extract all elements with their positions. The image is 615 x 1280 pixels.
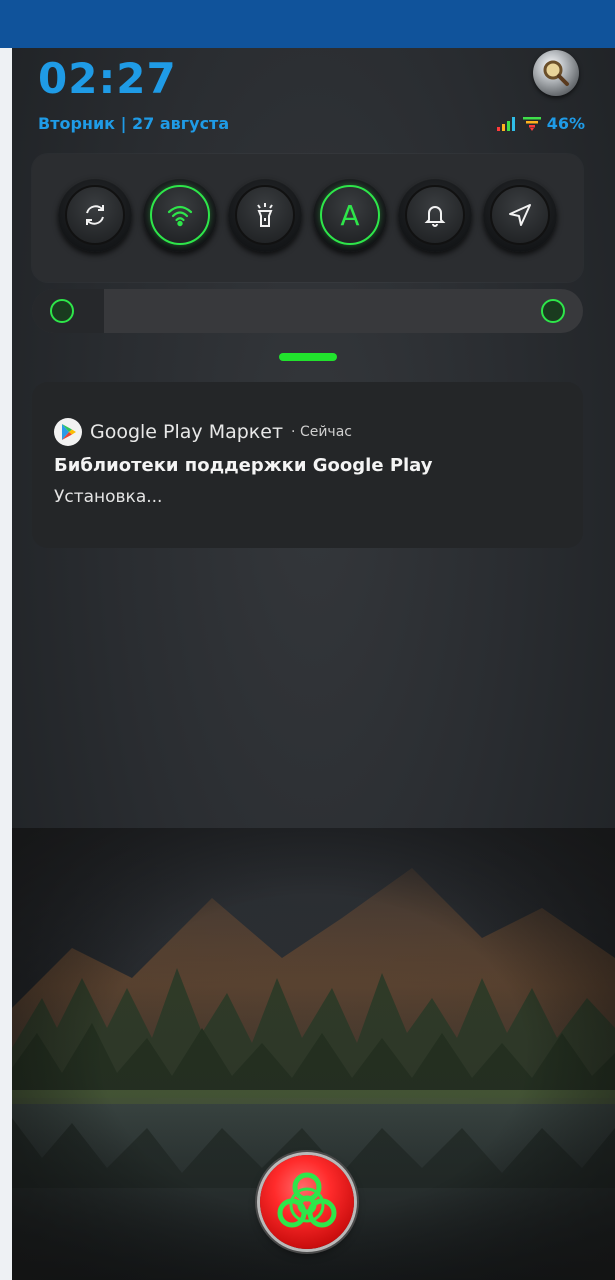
flashlight-icon [257,203,273,227]
toggle-location[interactable] [483,178,557,252]
sync-icon [86,205,104,225]
status-indicators: 46% [496,114,585,133]
biohazard-button[interactable] [260,1155,354,1249]
brightness-slider[interactable] [32,289,583,333]
lock-screen: 02:27 Вторник | 27 августа 46% A Google … [12,48,615,1280]
toggle-wifi[interactable] [143,178,217,252]
panel-drag-handle[interactable] [279,353,337,361]
toggle-sound[interactable] [398,178,472,252]
notification-title: Библиотеки поддержки Google Play [54,455,433,476]
notification-card[interactable]: Google Play Маркет · Сейчас Библиотеки п… [32,382,583,548]
notification-time: · Сейчас [291,424,352,440]
biohazard-icon [277,1172,337,1228]
date-label: Вторник | 27 августа [38,114,230,133]
google-play-icon [54,418,82,446]
battery-percent: 46% [546,114,585,133]
brightness-min-dot [50,299,74,323]
signal-icon [496,116,515,131]
search-button[interactable] [533,50,579,96]
quick-settings-panel: A [32,154,583,282]
wifi-status-icon [522,116,541,131]
toggle-auto-rotate[interactable] [58,178,132,252]
letter-a-icon: A [340,198,360,232]
brightness-max-dot [541,299,565,323]
wifi-icon [167,205,193,227]
left-edge [0,48,12,1280]
magnifier-icon [543,60,569,86]
toggle-auto-brightness[interactable]: A [313,178,387,252]
toggle-flashlight[interactable] [228,178,302,252]
notification-app-name: Google Play Маркет [90,421,284,443]
notification-text: Установка... [54,487,163,507]
clock: 02:27 [38,54,177,103]
bell-icon [424,206,446,227]
top-bar [0,0,615,48]
navigation-arrow-icon [509,204,531,226]
